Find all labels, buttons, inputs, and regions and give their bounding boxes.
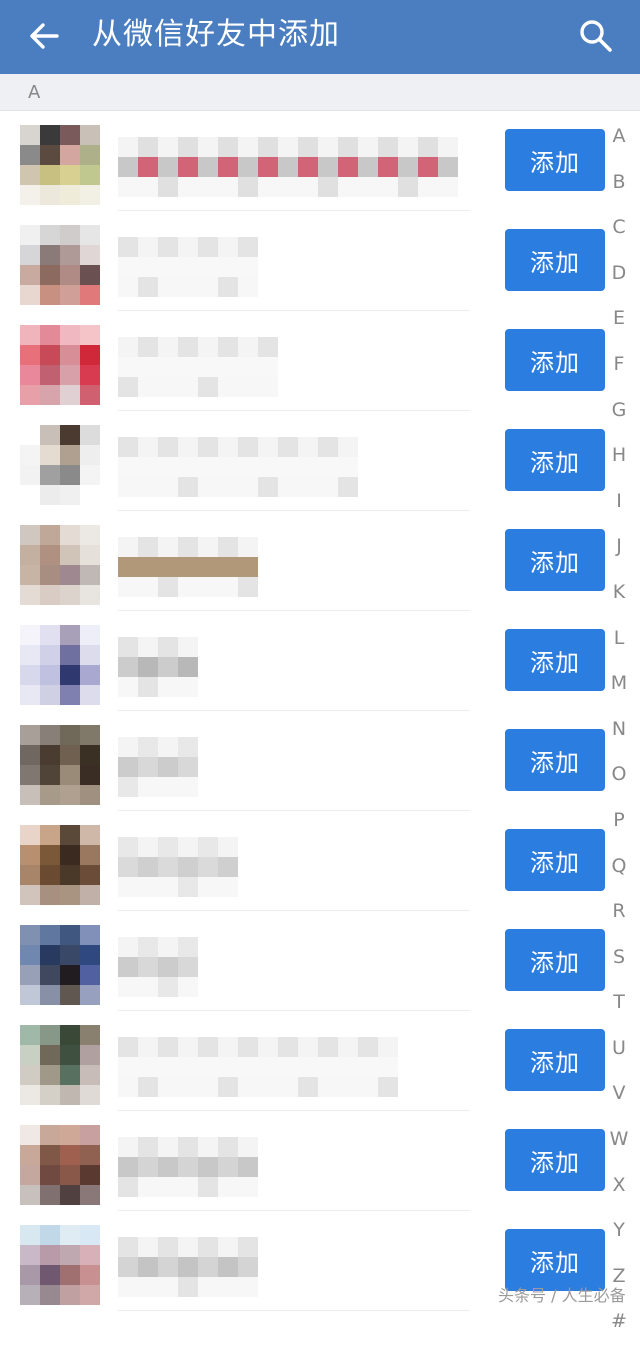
index-letter-m[interactable]: M [611,661,627,707]
index-letter-n[interactable]: N [612,707,626,753]
index-letter-y[interactable]: Y [613,1208,625,1254]
add-button[interactable]: 添加 [505,329,605,391]
index-letter-a[interactable]: A [613,114,626,160]
add-button[interactable]: 添加 [505,129,605,191]
contact-name-blurred [118,537,258,597]
index-letter-u[interactable]: U [612,1026,626,1072]
index-letter-b[interactable]: B [612,160,625,206]
index-letter-g[interactable]: G [612,388,627,434]
avatar[interactable] [20,325,100,405]
index-letter-x[interactable]: X [612,1163,625,1209]
avatar[interactable] [20,525,100,605]
add-button[interactable]: 添加 [505,429,605,491]
contact-list: 添加 添加 添加 添加 添加 添加 添加 添加 添加 添加 添加 添加 [0,111,640,1311]
watermark: 头条号 / 人生必备 [498,1286,626,1305]
add-button[interactable]: 添加 [505,529,605,591]
avatar[interactable] [20,1025,100,1105]
add-button[interactable]: 添加 [505,929,605,991]
add-button[interactable]: 添加 [505,1029,605,1091]
avatar[interactable] [20,125,100,205]
index-letter-v[interactable]: V [613,1071,626,1117]
app-bar: 从微信好友中添加 [0,0,640,74]
avatar[interactable] [20,225,100,305]
contact-name-blurred [118,637,198,697]
contact-row[interactable]: 添加 [0,111,640,211]
contact-row[interactable]: 添加 [0,511,640,611]
contact-name-blurred [118,437,358,497]
search-icon[interactable] [574,14,618,58]
add-button[interactable]: 添加 [505,729,605,791]
contact-row[interactable]: 添加 [0,611,640,711]
contact-row[interactable]: 添加 [0,211,640,311]
avatar[interactable] [20,925,100,1005]
back-arrow-icon[interactable] [24,16,64,56]
contact-row[interactable]: 添加 [0,411,640,511]
contact-name-blurred [118,237,258,297]
add-button[interactable]: 添加 [505,1129,605,1191]
page-title: 从微信好友中添加 [92,17,340,52]
contact-name-blurred [118,137,458,197]
index-letter-h[interactable]: H [612,433,626,479]
avatar[interactable] [20,425,100,505]
contact-name-blurred [118,837,238,897]
section-letter: A [28,82,41,103]
index-letter-w[interactable]: W [610,1117,629,1163]
index-letter-hash[interactable]: # [611,1299,627,1345]
index-letter-i[interactable]: I [616,479,622,525]
avatar[interactable] [20,725,100,805]
section-header: A [0,74,640,111]
avatar[interactable] [20,1125,100,1205]
row-divider [118,1310,470,1311]
index-letter-e[interactable]: E [613,296,625,342]
index-letter-q[interactable]: Q [612,844,627,890]
index-letter-p[interactable]: P [613,798,624,844]
index-letter-d[interactable]: D [612,251,627,297]
index-letter-l[interactable]: L [614,616,625,662]
avatar[interactable] [20,825,100,905]
contact-name-blurred [118,1037,398,1097]
alphabet-index-bar[interactable]: A B C D E F G H I J K L M N O P Q R S T U V W X Y Z # [604,114,634,1332]
contact-row[interactable]: 添加 [0,711,640,811]
avatar[interactable] [20,625,100,705]
contact-row[interactable]: 添加 [0,1111,640,1211]
contact-name-blurred [118,337,278,397]
contact-row[interactable]: 添加 [0,1011,640,1111]
index-letter-t[interactable]: T [613,980,625,1026]
contact-name-blurred [118,937,198,997]
index-letter-o[interactable]: O [612,752,627,798]
index-letter-r[interactable]: R [612,889,625,935]
add-button[interactable]: 添加 [505,829,605,891]
contact-row[interactable]: 添加 [0,911,640,1011]
contact-row[interactable]: 添加 [0,811,640,911]
avatar[interactable] [20,1225,100,1305]
index-letter-j[interactable]: J [616,524,622,570]
index-letter-f[interactable]: F [614,342,625,388]
index-letter-c[interactable]: C [612,205,625,251]
contact-name-blurred [118,1237,258,1297]
index-letter-k[interactable]: K [613,570,625,616]
index-letter-s[interactable]: S [613,935,625,981]
contact-row[interactable]: 添加 [0,311,640,411]
add-button[interactable]: 添加 [505,629,605,691]
contact-name-blurred [118,1137,258,1197]
contact-name-blurred [118,737,198,797]
add-button[interactable]: 添加 [505,229,605,291]
